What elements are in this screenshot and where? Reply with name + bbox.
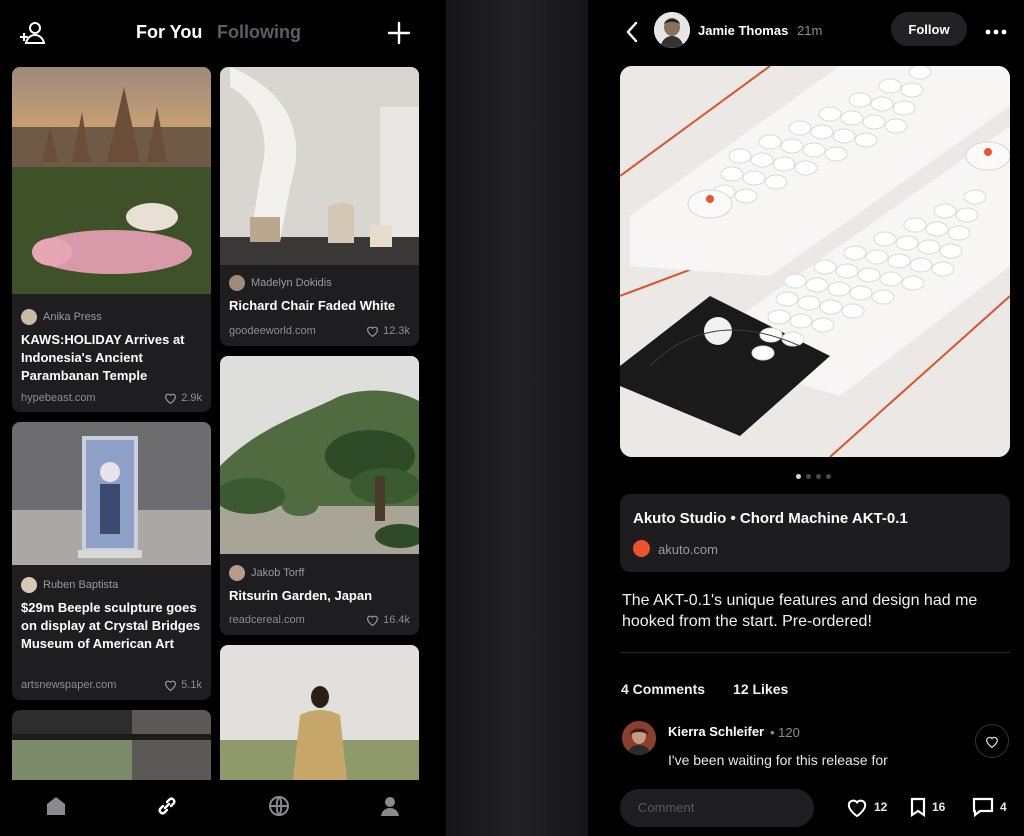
comment-input[interactable]: Comment	[620, 789, 814, 827]
card-title: $29m Beeple sculpture goes on display at…	[21, 600, 201, 651]
bookmark-icon	[910, 797, 926, 817]
comment-like-button[interactable]	[975, 724, 1009, 758]
link-preview-card[interactable]: Akuto Studio • Chord Machine AKT-0.1 aku…	[620, 494, 1010, 572]
carousel-dot[interactable]	[806, 474, 811, 479]
profile-icon[interactable]	[378, 794, 402, 823]
like-button[interactable]: 12	[846, 797, 887, 817]
feed-card[interactable]: Madelyn Dokidis Richard Chair Faded Whit…	[220, 67, 419, 346]
feed-card[interactable]: Ruben Baptista $29m Beeple sculpture goe…	[12, 422, 211, 700]
comment-button[interactable]: 4	[972, 797, 1007, 817]
likes-count[interactable]: 12 Likes	[733, 681, 788, 697]
card-author: Anika Press	[43, 311, 102, 323]
heart-icon[interactable]	[164, 392, 177, 404]
comment-author[interactable]: Kierra Schleifer	[668, 724, 764, 739]
post-detail-screen: Jamie Thomas 21m Follow Akuto Studio • C…	[588, 0, 1024, 836]
tab-following[interactable]: Following	[217, 22, 301, 43]
card-likes: 16.4k	[383, 614, 410, 626]
avatar	[229, 275, 245, 291]
comment-score: • 120	[770, 725, 800, 740]
carousel-dot[interactable]	[796, 474, 801, 479]
comments-count[interactable]: 4 Comments	[621, 681, 705, 697]
globe-icon[interactable]	[267, 794, 291, 823]
feed-card[interactable]: Anika Press KAWS:HOLIDAY Arrives at Indo…	[12, 67, 211, 412]
avatar[interactable]	[622, 721, 656, 755]
follow-button[interactable]: Follow	[891, 12, 967, 46]
carousel-dots[interactable]	[796, 474, 831, 479]
heart-icon[interactable]	[366, 325, 379, 337]
avatar	[21, 577, 37, 593]
avatar	[229, 565, 245, 581]
card-title: KAWS:HOLIDAY Arrives at Indonesia's Anci…	[21, 332, 185, 383]
card-image	[12, 710, 211, 790]
home-icon[interactable]	[44, 794, 68, 823]
comment-count: 4	[1000, 800, 1007, 814]
feed-screen: For You Following Anika Press KAWS:HOLID…	[0, 0, 446, 836]
device-gap	[446, 0, 588, 836]
card-image	[12, 67, 211, 294]
card-likes: 12.3k	[383, 325, 410, 337]
link-domain: akuto.com	[658, 542, 718, 557]
heart-icon[interactable]	[164, 679, 177, 691]
card-image	[220, 67, 419, 265]
comment-icon	[972, 797, 994, 817]
heart-icon[interactable]	[366, 614, 379, 626]
post-stats: 4 Comments 12 Likes	[621, 681, 788, 697]
like-count: 12	[874, 800, 888, 814]
link-title: Akuto Studio • Chord Machine AKT-0.1	[633, 510, 908, 527]
site-favicon-icon	[633, 540, 650, 557]
post-image[interactable]	[620, 66, 1010, 457]
save-count: 16	[932, 800, 946, 814]
card-image	[12, 422, 211, 565]
card-domain: readcereal.com	[229, 614, 305, 626]
post-author[interactable]: Jamie Thomas	[698, 23, 788, 38]
more-icon[interactable]	[984, 20, 1008, 44]
feed-header: For You Following	[0, 0, 446, 64]
post-time: 21m	[797, 23, 823, 38]
card-likes: 2.9k	[181, 392, 202, 404]
add-user-icon[interactable]	[18, 18, 48, 48]
save-button[interactable]: 16	[910, 797, 945, 817]
tab-for-you[interactable]: For You	[136, 22, 202, 43]
plus-icon[interactable]	[386, 20, 412, 46]
card-author: Jakob Torff	[251, 567, 305, 579]
avatar	[21, 309, 37, 325]
card-title: Richard Chair Faded White	[229, 298, 396, 313]
avatar[interactable]	[654, 12, 690, 48]
card-image	[220, 645, 419, 790]
chevron-left-icon[interactable]	[620, 18, 644, 46]
card-title: Ritsurin Garden, Japan	[229, 588, 373, 603]
feed-card[interactable]	[12, 710, 211, 790]
heart-icon	[986, 736, 998, 748]
card-author: Ruben Baptista	[43, 579, 119, 591]
card-image	[220, 356, 419, 554]
comment-text: I've been waiting for this release for	[668, 752, 888, 768]
feed-card[interactable]	[220, 645, 419, 790]
bottom-nav	[0, 780, 446, 836]
card-domain: goodeeworld.com	[229, 325, 316, 337]
heart-icon	[847, 799, 867, 817]
carousel-dot[interactable]	[816, 474, 821, 479]
card-domain: hypebeast.com	[21, 392, 96, 404]
feed-card[interactable]: Jakob Torff Ritsurin Garden, Japan readc…	[220, 356, 419, 635]
card-author: Madelyn Dokidis	[251, 277, 332, 289]
card-domain: artsnewspaper.com	[21, 679, 117, 691]
divider	[620, 652, 1010, 653]
card-likes: 5.1k	[181, 679, 202, 691]
link-icon[interactable]	[155, 794, 179, 823]
carousel-dot[interactable]	[826, 474, 831, 479]
post-text: The AKT-0.1's unique features and design…	[622, 592, 978, 630]
